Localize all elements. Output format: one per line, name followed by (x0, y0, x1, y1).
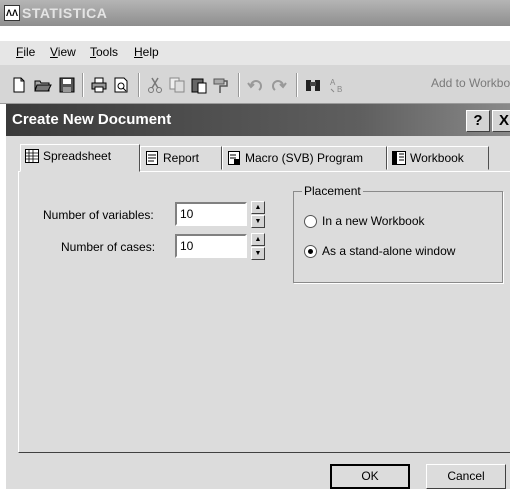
new-document-icon[interactable] (10, 76, 28, 94)
spreadsheet-tab-panel: Number of variables: 10 ▲ ▼ Number of ca… (18, 171, 510, 453)
tab-spreadsheet-label: Spreadsheet (43, 149, 112, 163)
cancel-button[interactable]: Cancel (426, 464, 506, 489)
replace-icon[interactable]: AB (328, 76, 346, 94)
print-icon[interactable] (90, 76, 108, 94)
number-of-cases-field[interactable]: 10 (175, 234, 247, 258)
save-disk-icon[interactable] (58, 76, 76, 94)
placement-groupbox: Placement In a new Workbook As a stand-a… (293, 184, 503, 283)
number-of-variables-field[interactable]: 10 (175, 202, 247, 226)
tab-strip: Spreadsheet Report Macro (SVB) Program W… (20, 144, 510, 172)
tab-workbook-label: Workbook (410, 151, 464, 165)
menu-view[interactable]: View (50, 45, 76, 59)
menu-file-label: ile (23, 45, 36, 59)
spin-up-icon[interactable]: ▲ (251, 233, 265, 246)
spin-up-icon[interactable]: ▲ (251, 201, 265, 214)
cases-spinner[interactable]: ▲ ▼ (251, 233, 265, 261)
toolbar-separator (138, 73, 140, 97)
toolbar: AB Add to Workbook (0, 65, 510, 104)
menu-help[interactable]: Help (134, 45, 159, 59)
cut-icon[interactable] (146, 76, 164, 94)
radio-dot (308, 249, 313, 254)
tab-report[interactable]: Report (140, 146, 222, 170)
toolbar-separator (238, 73, 240, 97)
number-of-variables-label: Number of variables: (43, 208, 154, 222)
radio-label: As a stand-alone window (322, 244, 456, 258)
paste-icon[interactable] (190, 76, 208, 94)
macro-icon (228, 151, 240, 165)
menu-view-mnemonic: V (50, 45, 58, 59)
radio-button-selected[interactable] (304, 245, 317, 258)
radio-label: In a new Workbook (322, 214, 425, 228)
statistica-app-icon: ΛΛ (4, 5, 20, 21)
menu-tools[interactable]: Tools (90, 45, 118, 59)
menu-tools-label: ools (96, 45, 119, 59)
undo-icon[interactable] (246, 76, 264, 94)
menu-help-mnemonic: H (134, 45, 143, 59)
report-icon (146, 151, 158, 165)
placement-title: Placement (302, 184, 363, 198)
toolbar-separator (82, 73, 84, 97)
menu-view-label: iew (57, 45, 76, 59)
workbook-icon (392, 151, 406, 165)
svg-text:B: B (337, 85, 342, 94)
find-binoculars-icon[interactable] (304, 76, 322, 94)
close-button[interactable]: X (492, 110, 510, 132)
spin-down-icon[interactable]: ▼ (251, 247, 265, 260)
ok-button[interactable]: OK (330, 464, 410, 489)
variables-spinner[interactable]: ▲ ▼ (251, 201, 265, 229)
menu-help-label: elp (142, 45, 159, 59)
spin-down-icon[interactable]: ▼ (251, 215, 265, 228)
dialog-title: Create New Document (12, 111, 172, 128)
svg-text:A: A (330, 78, 336, 87)
help-button[interactable]: ? (466, 110, 490, 132)
number-of-cases-label: Number of cases: (61, 240, 156, 254)
dialog-title-bar: Create New Document ? X (6, 104, 510, 136)
app-title: STATISTICA (22, 5, 108, 21)
tab-workbook[interactable]: Workbook (387, 146, 489, 170)
app-title-bar: ΛΛ STATISTICA (0, 0, 510, 26)
add-to-workbook-button[interactable]: Add to Workbook (431, 76, 510, 90)
redo-icon[interactable] (270, 76, 288, 94)
spreadsheet-icon (25, 149, 39, 163)
create-new-document-dialog: Create New Document ? X Spreadsheet Repo… (4, 104, 510, 489)
tab-report-label: Report (163, 151, 200, 165)
menu-file[interactable]: File (16, 45, 35, 59)
tab-macro[interactable]: Macro (SVB) Program (222, 146, 387, 170)
print-preview-icon[interactable] (112, 76, 130, 94)
radio-button[interactable] (304, 215, 317, 228)
tab-spreadsheet[interactable]: Spreadsheet (20, 144, 140, 172)
tab-macro-label: Macro (SVB) Program (245, 151, 364, 165)
copy-icon[interactable] (168, 76, 186, 94)
toolbar-separator (296, 73, 298, 97)
menu-bar: File View Tools Help (0, 40, 510, 66)
format-painter-icon[interactable] (212, 76, 230, 94)
open-folder-icon[interactable] (34, 76, 52, 94)
